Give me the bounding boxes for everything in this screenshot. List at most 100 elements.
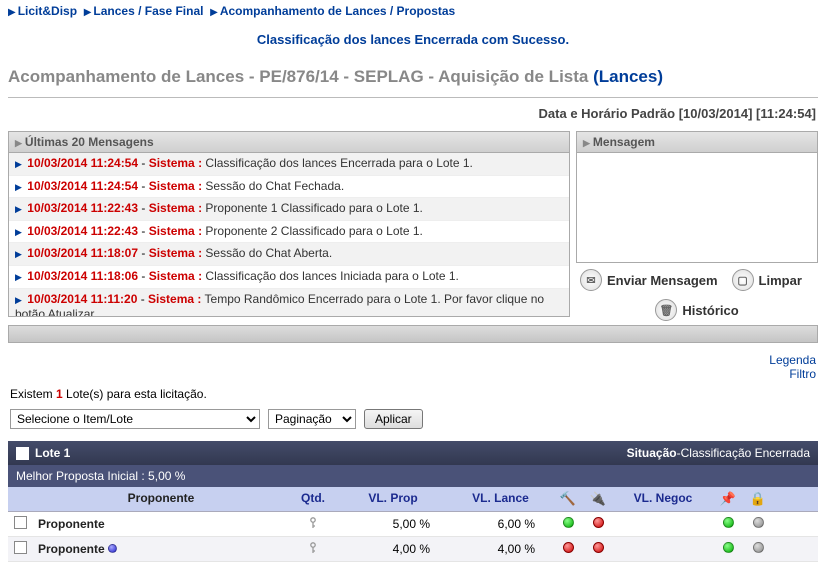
lote-block: Lote 1 Situação-Classificação Encerrada … <box>8 441 818 562</box>
lote-count-num: 1 <box>56 387 63 401</box>
pagination-select[interactable]: Paginação <box>268 409 356 429</box>
hammer-icon: 🔨 <box>560 491 576 506</box>
page-title-main: Acompanhamento de Lances - PE/876/14 - S… <box>8 67 588 86</box>
row-checkbox[interactable] <box>14 541 27 554</box>
lote-checkbox[interactable] <box>16 447 29 460</box>
cell-plug <box>583 513 613 535</box>
page-title-link[interactable]: (Lances) <box>593 67 663 86</box>
status-dot-icon <box>593 542 604 553</box>
triangle-icon: ▶ <box>15 204 22 214</box>
message-row: ▶ 10/03/2014 11:11:20 - Sistema : Tempo … <box>9 289 569 317</box>
messages-panel-header: ▶Últimas 20 Mensagens <box>8 131 570 153</box>
message-body: Classificação dos lances Encerrada para … <box>205 156 473 170</box>
plug-icon: 🔌 <box>590 491 606 506</box>
filter-link[interactable]: Filtro <box>789 367 816 381</box>
history-label: Histórico <box>682 303 738 318</box>
triangle-icon: ▶ <box>15 138 22 148</box>
message-body: Sessão do Chat Aberta. <box>205 246 332 260</box>
send-message-button[interactable]: ✉ Enviar Mensagem <box>580 269 718 291</box>
message-body: Classificação dos lances Iniciada para o… <box>205 269 458 283</box>
message-row: ▶ 10/03/2014 11:24:54 - Sistema : Classi… <box>9 153 569 176</box>
history-icon: 🗑 <box>655 299 677 321</box>
triangle-icon: ▶ <box>15 295 22 305</box>
blue-dot-icon <box>108 544 117 553</box>
col-vlprop: VL. Prop <box>338 487 448 511</box>
lote-header: Lote 1 Situação-Classificação Encerrada <box>8 441 818 465</box>
message-panel-header: ▶Mensagem <box>576 131 818 153</box>
breadcrumb-item-1[interactable]: Licit&Disp <box>18 4 77 18</box>
triangle-icon: ▶ <box>15 159 22 169</box>
message-timestamp: 10/03/2014 11:24:54 <box>27 179 138 193</box>
history-button[interactable]: 🗑 Histórico <box>655 299 738 321</box>
cell-lock <box>743 538 773 560</box>
situation-value: -Classificação Encerrada <box>677 446 810 460</box>
message-body: Sessão do Chat Fechada. <box>205 179 344 193</box>
lote-title: Lote 1 <box>35 446 70 460</box>
clear-button[interactable]: ▢ Limpar <box>732 269 802 291</box>
message-timestamp: 10/03/2014 11:22:43 <box>27 224 138 238</box>
lote-count: Existem 1 Lote(s) para esta licitação. <box>0 383 826 405</box>
message-timestamp: 10/03/2014 11:18:06 <box>27 269 138 283</box>
col-vlneg: VL. Negoc <box>613 487 713 511</box>
message-source: Sistema : <box>148 292 201 306</box>
lote-count-suffix: Lote(s) para esta licitação. <box>63 387 207 401</box>
success-message: Classificação dos lances Encerrada com S… <box>0 22 826 61</box>
top-links: Legenda Filtro <box>0 351 826 383</box>
item-lote-select[interactable]: Selecione o Item/Lote <box>10 409 260 429</box>
messages-panel-title: Últimas 20 Mensagens <box>25 135 154 149</box>
cell-proponente: Proponente <box>32 513 288 535</box>
breadcrumb-item-3[interactable]: Acompanhamento de Lances / Propostas <box>220 4 455 18</box>
cell-vllance: 4,00 % <box>448 538 553 560</box>
status-dot-icon <box>563 542 574 553</box>
triangle-icon: ▶ <box>15 249 22 259</box>
apply-button[interactable]: Aplicar <box>364 409 423 429</box>
message-body: Proponente 1 Classificado para o Lote 1. <box>205 201 422 215</box>
triangle-icon: ▶ <box>15 227 22 237</box>
cell-vlprop: 5,00 % <box>338 513 448 535</box>
status-dot-icon <box>563 517 574 528</box>
best-proposal: Melhor Proposta Inicial : 5,00 % <box>8 465 818 487</box>
breadcrumb-sep-icon: ▶ <box>8 7 16 18</box>
cell-qtd <box>288 513 338 536</box>
row-checkbox[interactable] <box>14 516 27 529</box>
pin-icon: 📌 <box>720 491 736 506</box>
separator-bar <box>8 325 818 343</box>
message-source: Sistema : <box>149 201 202 215</box>
cell-vlneg <box>613 520 713 528</box>
triangle-icon: ▶ <box>583 138 590 148</box>
message-row: ▶ 10/03/2014 11:22:43 - Sistema : Propon… <box>9 198 569 221</box>
cell-pin <box>713 538 743 560</box>
message-timestamp: 10/03/2014 11:24:54 <box>27 156 138 170</box>
status-dot-icon <box>753 542 764 553</box>
message-source: Sistema : <box>149 246 202 260</box>
message-timestamp: 10/03/2014 11:18:07 <box>27 246 138 260</box>
cell-vlneg <box>613 545 713 553</box>
message-row: ▶ 10/03/2014 11:18:06 - Sistema : Classi… <box>9 266 569 289</box>
triangle-icon: ▶ <box>15 182 22 192</box>
message-source: Sistema : <box>149 224 202 238</box>
cell-lock <box>743 513 773 535</box>
status-dot-icon <box>593 517 604 528</box>
cell-pin <box>713 513 743 535</box>
cell-proponente: Proponente <box>32 538 288 560</box>
status-dot-icon <box>753 517 764 528</box>
messages-list[interactable]: ▶ 10/03/2014 11:24:54 - Sistema : Classi… <box>8 153 570 317</box>
legend-link[interactable]: Legenda <box>769 353 816 367</box>
message-source: Sistema : <box>149 156 202 170</box>
message-panel-title: Mensagem <box>593 135 655 149</box>
grid-row: Proponente 4,00 %4,00 % <box>8 537 818 562</box>
datetime-label: Data e Horário Padrão [10/03/2014] [11:2… <box>0 98 826 131</box>
grid-row: Proponente5,00 %6,00 % <box>8 512 818 537</box>
breadcrumb-sep-icon: ▶ <box>210 7 218 18</box>
message-row: ▶ 10/03/2014 11:22:43 - Sistema : Propon… <box>9 221 569 244</box>
breadcrumb-item-2[interactable]: Lances / Fase Final <box>93 4 203 18</box>
breadcrumb-sep-icon: ▶ <box>84 7 92 18</box>
message-textarea[interactable] <box>576 153 818 263</box>
col-proponente: Proponente <box>32 487 288 511</box>
key-icon <box>307 517 319 529</box>
status-dot-icon <box>723 542 734 553</box>
message-source: Sistema : <box>149 269 202 283</box>
col-vllance: VL. Lance <box>448 487 553 511</box>
page-title: Acompanhamento de Lances - PE/876/14 - S… <box>0 61 826 97</box>
cell-plug <box>583 538 613 560</box>
